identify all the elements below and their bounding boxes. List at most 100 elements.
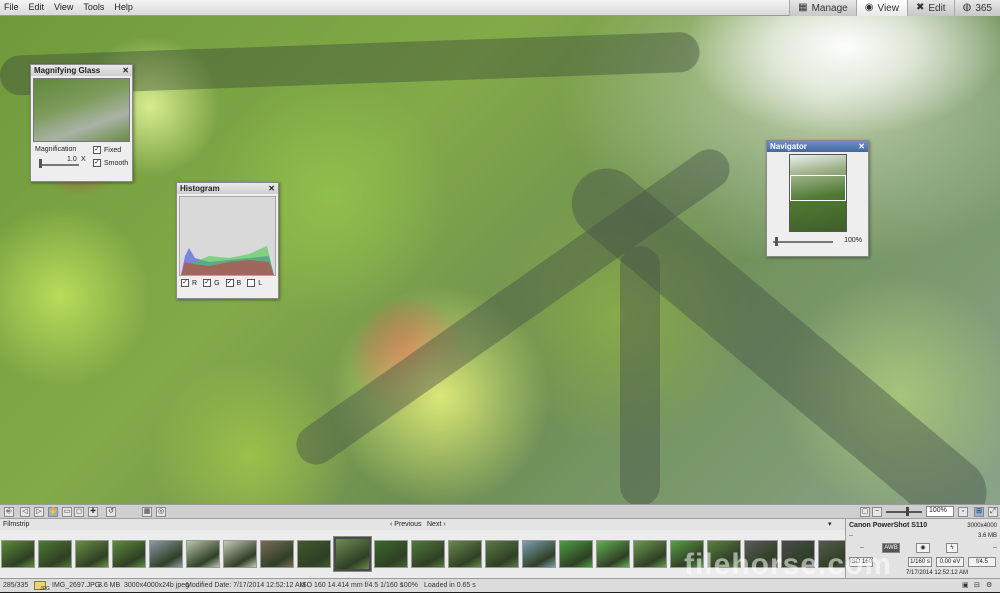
- mode-manage-button[interactable]: ▦ Manage: [789, 0, 856, 16]
- navigator-panel[interactable]: Navigator ✕ 100%: [766, 140, 869, 257]
- zoom-combo[interactable]: 100%: [926, 506, 954, 517]
- info-icon[interactable]: ◎: [156, 507, 166, 517]
- menu-file[interactable]: File: [4, 2, 19, 12]
- filmstrip-thumbnail[interactable]: [522, 540, 556, 568]
- mode-view-button[interactable]: ◉ View: [855, 0, 907, 16]
- one-to-one-icon[interactable]: ⊞: [974, 507, 984, 517]
- menu-edit[interactable]: Edit: [29, 2, 45, 12]
- filmstrip-thumbnail[interactable]: [38, 540, 72, 568]
- filmstrip-thumbnail[interactable]: [411, 540, 445, 568]
- load-time: Loaded in 0.65 s: [424, 582, 476, 589]
- filmstrip-thumbnail[interactable]: [186, 540, 220, 568]
- filmstrip-thumbnail[interactable]: [559, 540, 593, 568]
- menu-view[interactable]: View: [54, 2, 73, 12]
- select-icon[interactable]: ▭: [62, 507, 72, 517]
- rotate-left-icon[interactable]: ↺: [106, 507, 116, 517]
- fullscreen-icon[interactable]: ⊟: [974, 581, 980, 589]
- settings-icon[interactable]: ⚙: [986, 581, 992, 589]
- previous-button[interactable]: ‹ Previous: [390, 521, 422, 528]
- filmstrip-thumbnail[interactable]: [596, 540, 630, 568]
- checkbox-box[interactable]: ✓: [93, 159, 101, 167]
- tools-icon: ✖: [915, 2, 925, 13]
- magnifying-glass-titlebar[interactable]: Magnifying Glass ✕: [31, 65, 132, 76]
- channel-l-label: L: [258, 279, 263, 287]
- close-icon[interactable]: ✕: [122, 66, 129, 75]
- next-label: Next: [427, 521, 442, 528]
- filmstrip-thumbnail-selected[interactable]: [333, 536, 372, 572]
- magnifying-glass-panel[interactable]: Magnifying Glass ✕ Magnification 1.0 X ✓…: [30, 64, 133, 182]
- smooth-checkbox[interactable]: ✓ Smooth: [93, 159, 128, 167]
- filmstrip-thumbnail[interactable]: [485, 540, 519, 568]
- filmstrip-header: Filmstrip ‹ Previous Next › ▾: [0, 518, 845, 530]
- mode-edit-button[interactable]: ✖ Edit: [906, 0, 954, 16]
- branch-shape: [288, 141, 738, 473]
- menu-bar: File Edit View Tools Help ▦ Manage ◉ Vie…: [0, 0, 1000, 16]
- checkbox-box[interactable]: ✓: [203, 279, 212, 287]
- slider-thumb[interactable]: [906, 507, 909, 516]
- zoom-out-icon[interactable]: −: [872, 507, 882, 517]
- filmstrip-thumbnail[interactable]: [112, 540, 146, 568]
- navigator-preview[interactable]: [788, 154, 847, 232]
- checkbox-box[interactable]: ✓: [93, 146, 101, 154]
- grid-icon[interactable]: ▦: [142, 507, 152, 517]
- checkbox-box[interactable]: [247, 279, 256, 287]
- zoom-slider[interactable]: [886, 511, 922, 513]
- fit-icon[interactable]: ▢: [860, 507, 870, 517]
- filmstrip-thumbnail[interactable]: [374, 540, 408, 568]
- crop-icon[interactable]: ◻: [74, 507, 84, 517]
- flash-icon: ϟ: [946, 543, 958, 553]
- close-icon[interactable]: ✕: [268, 184, 275, 193]
- fixed-label: Fixed: [104, 146, 122, 154]
- image-viewer[interactable]: Magnifying Glass ✕ Magnification 1.0 X ✓…: [0, 16, 1000, 504]
- navigator-titlebar[interactable]: Navigator ✕: [767, 141, 868, 152]
- collapse-icon[interactable]: ▾: [828, 520, 832, 528]
- slider-thumb[interactable]: [775, 237, 778, 246]
- screen-icon[interactable]: ▣: [962, 581, 969, 589]
- shutter-box: 1/160 s: [908, 557, 932, 567]
- filmstrip-thumbnail[interactable]: [223, 540, 257, 568]
- filmstrip-thumbnail[interactable]: [297, 540, 331, 568]
- filmstrip-thumbnail[interactable]: [75, 540, 109, 568]
- next-icon[interactable]: ▷: [34, 507, 44, 517]
- navigator-viewport[interactable]: [789, 175, 846, 201]
- histogram-panel[interactable]: Histogram ✕ ✓ R ✓ G ✓ B L: [176, 182, 279, 299]
- checkbox-box[interactable]: ✓: [225, 279, 234, 287]
- fixed-checkbox[interactable]: ✓ Fixed: [93, 146, 121, 154]
- cloud-365-icon: ◍: [962, 2, 972, 13]
- slider-thumb[interactable]: [39, 159, 42, 168]
- channel-g-label: G: [214, 279, 220, 287]
- previous-label: Previous: [394, 521, 422, 528]
- filmstrip-thumbnail[interactable]: [448, 540, 482, 568]
- menu-tools[interactable]: Tools: [83, 2, 104, 12]
- shutter-value: 1/160 s: [910, 559, 930, 565]
- channel-l-toggle[interactable]: L: [247, 279, 262, 287]
- magnification-slider[interactable]: [39, 164, 79, 166]
- aperture-value: f/4.5: [976, 559, 988, 565]
- filmstrip-thumbnail[interactable]: [633, 540, 667, 568]
- filmstrip-thumbnail[interactable]: [149, 540, 183, 568]
- close-icon[interactable]: ✕: [858, 142, 865, 151]
- prev-icon[interactable]: ◁: [20, 507, 30, 517]
- next-button[interactable]: Next ›: [427, 521, 446, 528]
- magnifier-preview: [33, 78, 130, 142]
- modified-date: Modified Date: 7/17/2014 12:52:12 AM: [186, 582, 306, 589]
- expand-icon[interactable]: ⤢: [988, 507, 998, 517]
- hand-icon[interactable]: ✋: [48, 507, 58, 517]
- watermark: filehorse.com: [684, 548, 893, 581]
- first-icon[interactable]: ⎆: [4, 507, 14, 517]
- actual-size-icon[interactable]: ▫: [958, 507, 968, 517]
- zoom-icon[interactable]: ✚: [88, 507, 98, 517]
- filmstrip-thumbnail[interactable]: [260, 540, 294, 568]
- filmstrip-thumbnail[interactable]: [1, 540, 35, 568]
- menu-help[interactable]: Help: [114, 2, 133, 12]
- channel-b-toggle[interactable]: ✓ B: [225, 279, 241, 287]
- mode-365-button[interactable]: ◍ 365: [953, 0, 1000, 16]
- histogram-titlebar[interactable]: Histogram ✕: [177, 183, 278, 194]
- eye-icon: ◉: [864, 2, 874, 13]
- navigator-zoom-slider[interactable]: [773, 241, 833, 243]
- channel-r-toggle[interactable]: ✓ R: [181, 279, 197, 287]
- grid-icon: ▦: [798, 2, 808, 13]
- checkbox-box[interactable]: ✓: [181, 279, 189, 287]
- mode-edit-label: Edit: [928, 2, 946, 14]
- channel-g-toggle[interactable]: ✓ G: [203, 279, 220, 287]
